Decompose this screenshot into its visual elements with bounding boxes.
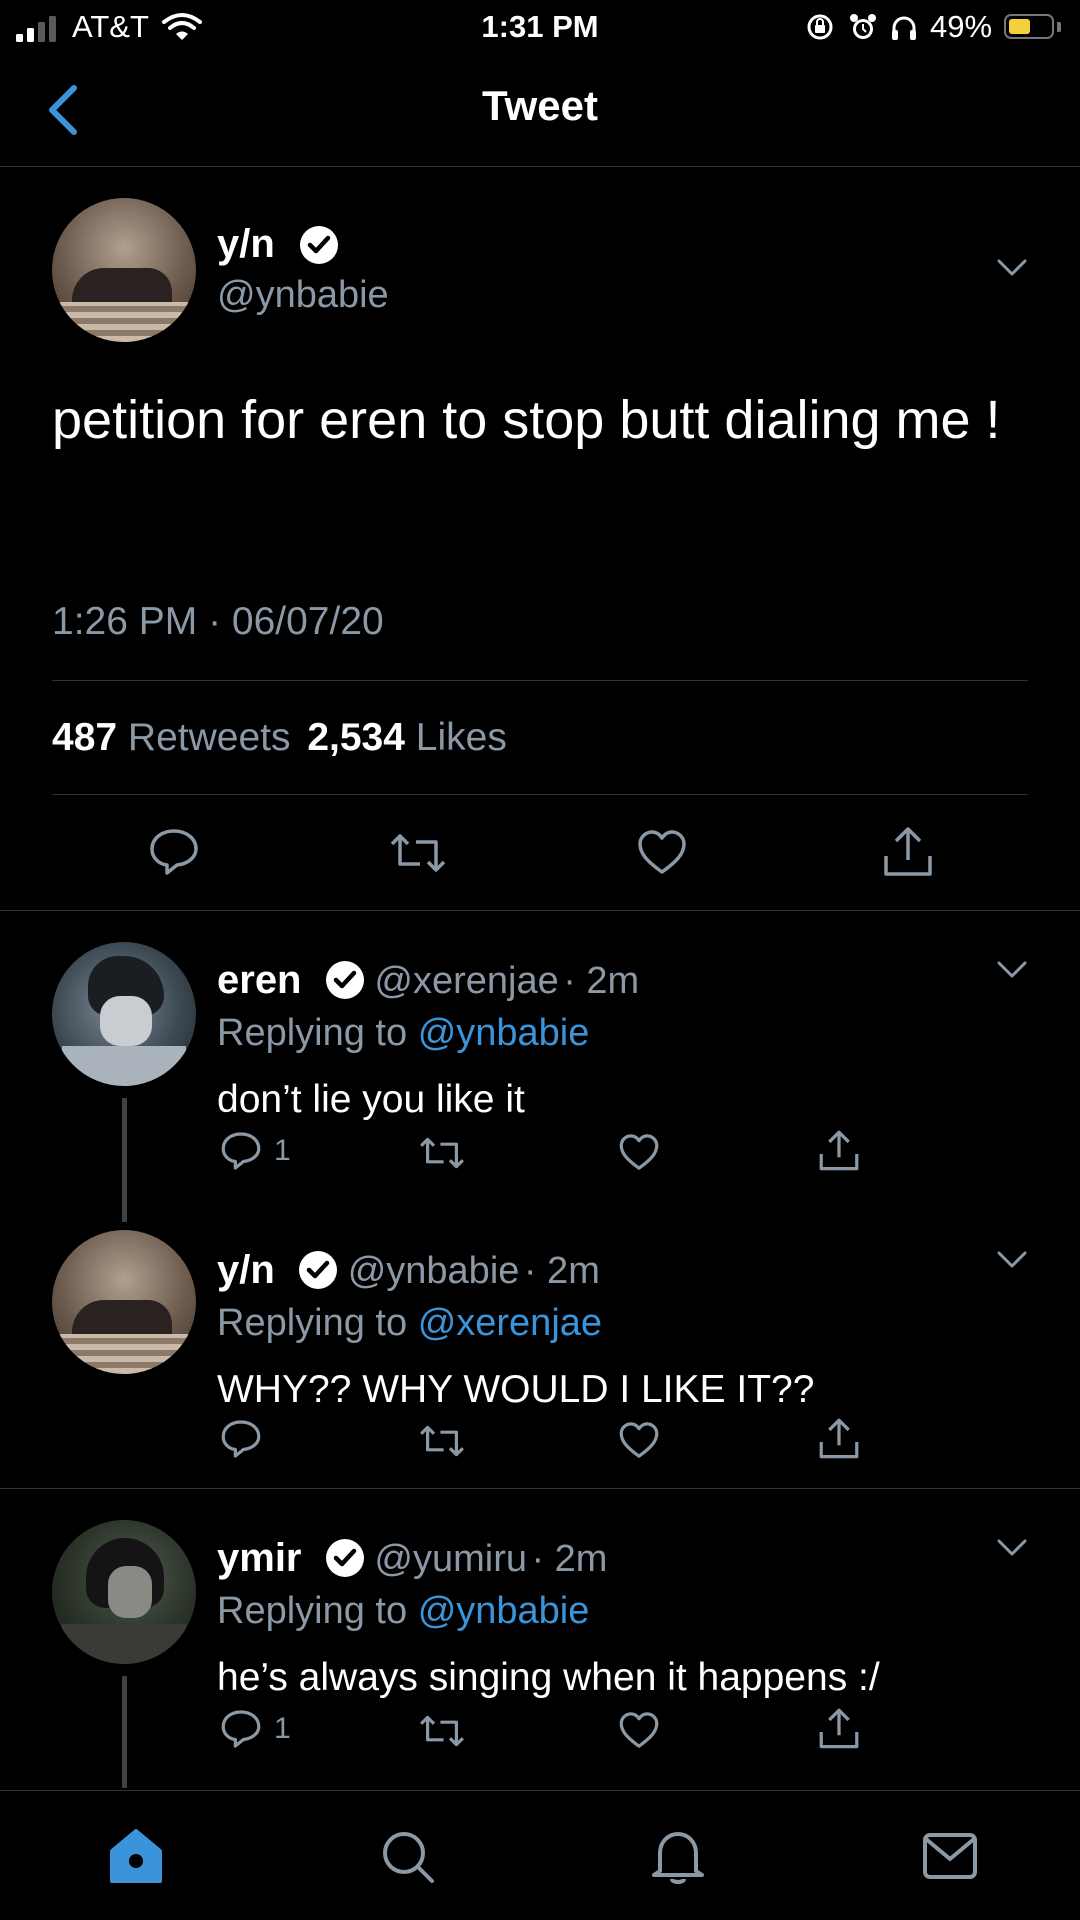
like-heart-icon[interactable] xyxy=(618,1710,660,1750)
headphones-icon xyxy=(892,16,916,40)
replying-to-mention[interactable]: @ynbabie xyxy=(418,1012,590,1054)
notifications-bell-icon[interactable] xyxy=(650,1827,706,1887)
reply-author-handle[interactable]: @yumiru xyxy=(374,1538,527,1580)
likes-count[interactable]: 2,534 xyxy=(307,716,405,759)
reply-icon[interactable] xyxy=(220,1130,262,1172)
reply-time: · 2m xyxy=(563,960,640,1002)
engagement-stats: 487 Retweets 2,534 Likes xyxy=(52,716,507,760)
reply-header: y/n @ynbabie · 2m xyxy=(217,1248,600,1301)
verified-badge-icon xyxy=(299,1251,338,1289)
reply-text: WHY?? WHY WOULD I LIKE IT?? xyxy=(217,1368,815,1411)
retweet-icon[interactable] xyxy=(418,1712,466,1750)
chevron-down-icon[interactable] xyxy=(996,258,1028,278)
retweet-icon[interactable] xyxy=(418,1134,466,1172)
replying-to-line: Replying to @xerenjae xyxy=(217,1302,602,1345)
orientation-lock-icon xyxy=(807,14,833,40)
reply-author-name[interactable]: ymir xyxy=(217,1536,302,1580)
reply-author-name[interactable]: eren xyxy=(217,958,302,1002)
retweets-count[interactable]: 487 xyxy=(52,716,117,759)
bottom-tab-bar xyxy=(0,1790,1080,1920)
chevron-down-icon[interactable] xyxy=(996,960,1028,980)
chevron-down-icon[interactable] xyxy=(996,1538,1028,1558)
like-heart-icon[interactable] xyxy=(636,828,688,876)
reply-author-name[interactable]: y/n xyxy=(217,1248,275,1292)
share-icon[interactable] xyxy=(818,1128,860,1172)
chevron-down-icon[interactable] xyxy=(996,1250,1028,1270)
replying-to-prefix: Replying to xyxy=(217,1012,408,1054)
share-icon[interactable] xyxy=(818,1416,860,1460)
twitter-tweet-screen: AT&T 1:31 PM 49% Tweet y/n @ynbabie peti… xyxy=(0,0,1080,1920)
search-icon[interactable] xyxy=(380,1829,436,1885)
thread-line xyxy=(122,1676,127,1788)
like-heart-icon[interactable] xyxy=(618,1132,660,1172)
replying-to-mention[interactable]: @xerenjae xyxy=(418,1302,602,1344)
avatar[interactable] xyxy=(52,1520,196,1664)
avatar[interactable] xyxy=(52,198,196,342)
verified-badge-icon xyxy=(325,1539,364,1577)
avatar[interactable] xyxy=(52,942,196,1086)
timestamp-divider xyxy=(52,680,1028,681)
tweet-text: petition for eren to stop butt dialing m… xyxy=(52,390,1001,450)
verified-badge-icon xyxy=(325,961,364,999)
replying-to-line: Replying to @ynbabie xyxy=(217,1012,589,1055)
replying-to-prefix: Replying to xyxy=(217,1302,408,1344)
reply-icon[interactable] xyxy=(220,1708,262,1750)
reply-icon[interactable] xyxy=(220,1418,262,1460)
verified-badge-icon xyxy=(300,226,338,264)
home-icon[interactable] xyxy=(106,1827,166,1885)
likes-label[interactable]: Likes xyxy=(416,716,507,759)
battery-icon xyxy=(1004,14,1054,39)
page-title: Tweet xyxy=(482,82,598,129)
reply-header: eren @xerenjae · 2m xyxy=(217,958,639,1011)
author-name[interactable]: y/n xyxy=(217,222,275,267)
reply-tweet[interactable]: eren @xerenjae · 2m Replying to @ynbabie… xyxy=(0,910,1080,1222)
reply-icon[interactable] xyxy=(148,826,200,878)
tweet-timestamp: 1:26 PM · 06/07/20 xyxy=(52,600,384,643)
retweet-icon[interactable] xyxy=(388,830,448,876)
reply-text: don’t lie you like it xyxy=(217,1078,525,1121)
messages-mail-icon[interactable] xyxy=(922,1831,978,1881)
reply-count: 1 xyxy=(274,1712,291,1745)
like-heart-icon[interactable] xyxy=(618,1420,660,1460)
header-divider xyxy=(0,166,1080,167)
reply-author-handle[interactable]: @ynbabie xyxy=(348,1250,520,1292)
reply-time: · 2m xyxy=(523,1250,600,1292)
retweets-label[interactable]: Retweets xyxy=(128,716,291,759)
replying-to-line: Replying to @ynbabie xyxy=(217,1590,589,1633)
status-time: 1:31 PM xyxy=(481,9,599,44)
retweet-icon[interactable] xyxy=(418,1422,466,1460)
share-icon[interactable] xyxy=(818,1706,860,1750)
share-icon[interactable] xyxy=(882,824,934,878)
avatar[interactable] xyxy=(52,1230,196,1374)
reply-tweet[interactable]: ymir @yumiru · 2m Replying to @ynbabie h… xyxy=(0,1488,1080,1788)
reply-time: · 2m xyxy=(531,1538,608,1580)
replying-to-mention[interactable]: @ynbabie xyxy=(418,1590,590,1632)
reply-count: 1 xyxy=(274,1134,291,1167)
author-handle[interactable]: @ynbabie xyxy=(217,274,389,317)
status-bar: AT&T 1:31 PM 49% xyxy=(0,0,1080,54)
reply-header: ymir @yumiru · 2m xyxy=(217,1536,607,1589)
reply-text: he’s always singing when it happens :/ xyxy=(217,1656,880,1699)
stats-divider xyxy=(52,794,1028,795)
battery-percent: 49% xyxy=(930,9,993,44)
reply-tweet[interactable]: y/n @ynbabie · 2m Replying to @xerenjae … xyxy=(0,1200,1080,1488)
reply-author-handle[interactable]: @xerenjae xyxy=(374,960,558,1002)
replying-to-prefix: Replying to xyxy=(217,1590,408,1632)
alarm-icon xyxy=(850,14,876,39)
